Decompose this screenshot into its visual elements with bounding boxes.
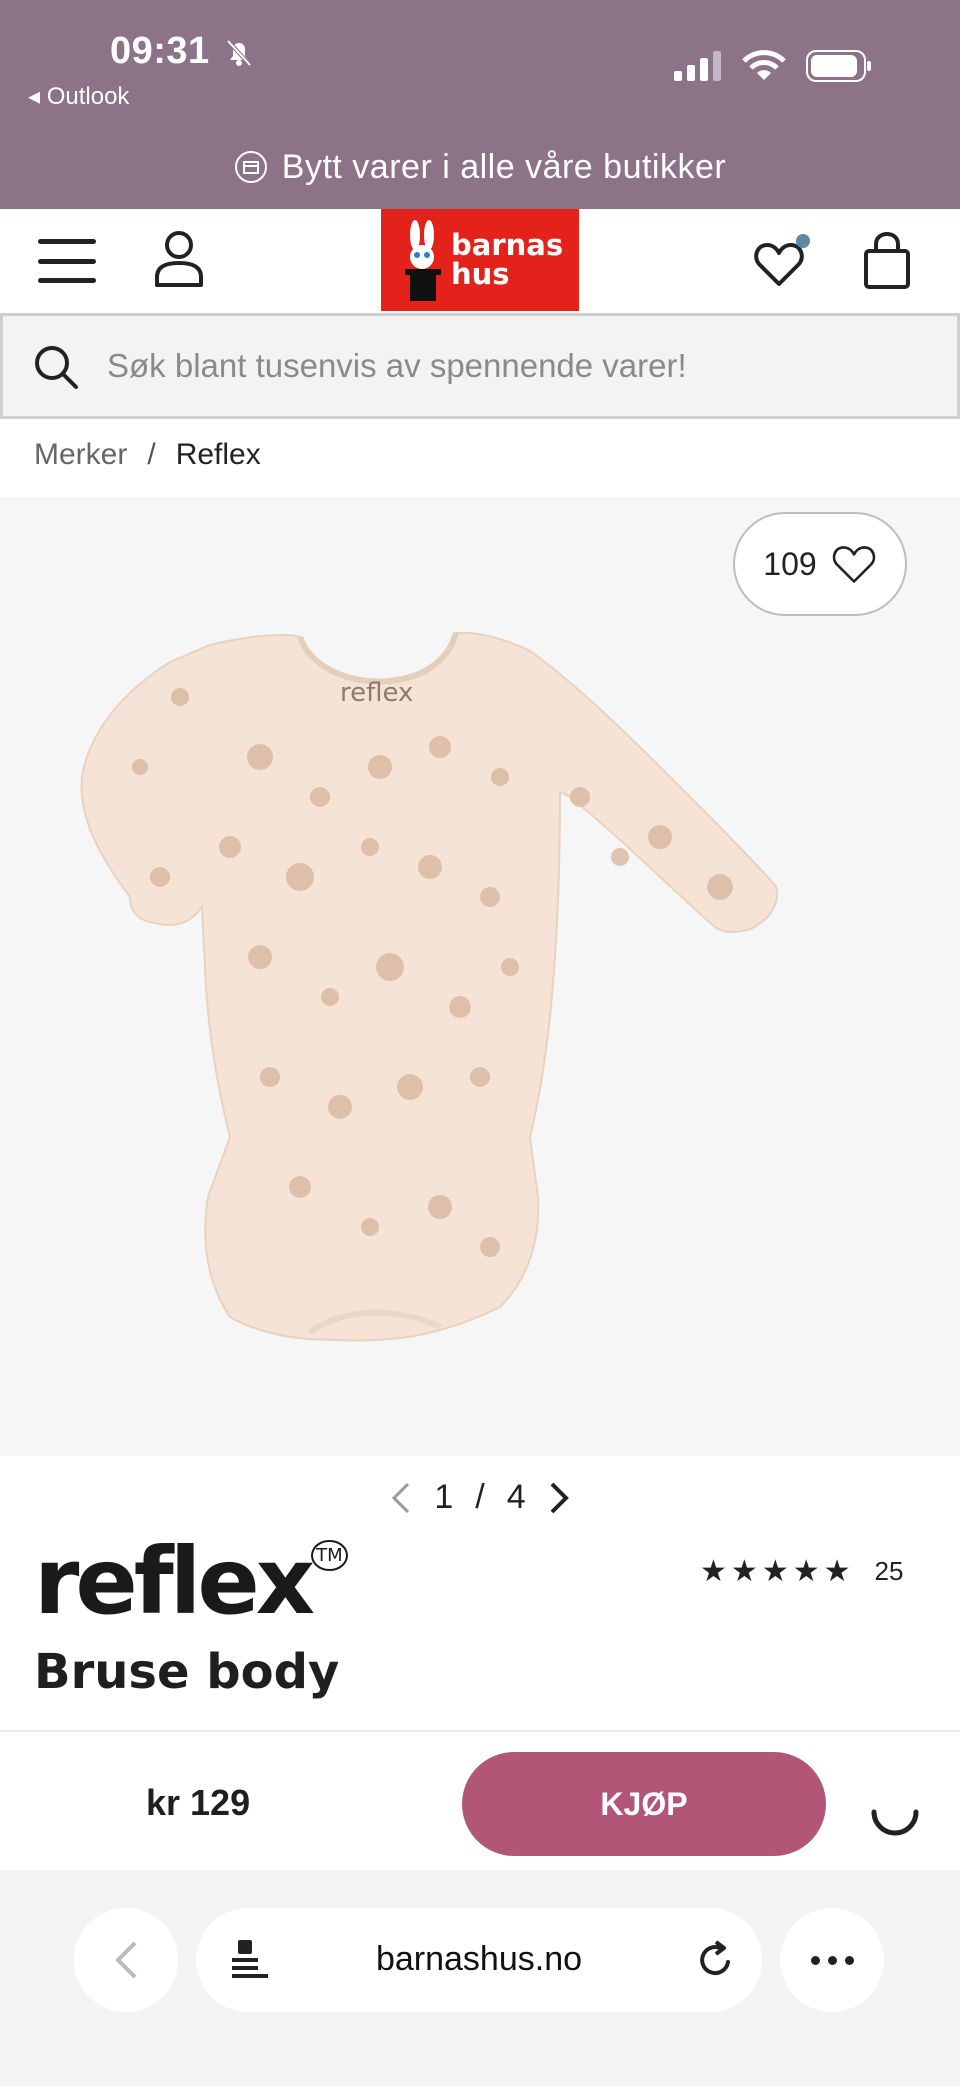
pager-current: 1 [434,1478,454,1516]
dot [810,1955,820,1965]
browser-back-button[interactable] [74,1908,178,2012]
heart-icon [832,546,875,583]
rabbit-in-hat-logo-icon [405,220,441,301]
rating-count: 25 [874,1556,904,1586]
status-icons [674,50,872,82]
star-icon: ★ [761,1553,789,1589]
menu-icon[interactable] [38,239,96,283]
exchange-box-icon [234,151,267,183]
trademark-mark: TM [311,1540,348,1571]
top-banner: 09:31 ◂ Outlook Bytt varer i alle våre b… [0,0,960,209]
browser-toolbar: barnashus.no [0,1870,960,2086]
promo-banner[interactable]: Bytt varer i alle våre butikker [0,148,960,187]
dot [844,1955,854,1965]
search-input[interactable] [107,334,927,398]
star-icon: ★ [730,1553,758,1589]
breadcrumb-current-reflex: Reflex [175,438,261,471]
user-account-icon[interactable] [152,229,206,289]
gallery-pager: 1 / 4 [0,1478,960,1517]
product-image-baby-bodysuit: reflex [80,631,779,1342]
star-icon: ★ [700,1553,727,1589]
bell-muted-icon [226,39,252,67]
address-bar[interactable]: barnashus.no [196,1908,762,2012]
status-time: 09:31 [110,30,210,72]
cellular-signal-icon [674,51,721,81]
favorites-button[interactable] [754,234,810,288]
wifi-icon [742,50,786,80]
search-icon[interactable] [33,344,79,390]
star-icon: ★ [823,1553,851,1589]
favorites-badge-dot [796,234,810,248]
search-bar [0,313,960,419]
brand-logo[interactable]: reflex TM [34,1528,348,1635]
chevron-left-icon[interactable] [390,1480,412,1516]
like-count: 109 [763,545,817,582]
pager-total: 4 [506,1478,526,1516]
shopping-bag-icon[interactable] [862,231,912,291]
logo-wordmark: barnas hus [451,228,564,291]
battery-icon [806,50,871,82]
product-rating[interactable]: ★ ★ ★ ★ ★ 25 [700,1556,903,1587]
star-icon: ★ [792,1553,820,1589]
heart-icon [754,243,804,286]
svg-text:reflex: reflex [340,678,413,708]
promo-text: Bytt varer i alle våre butikker [281,148,727,186]
product-gallery[interactable]: 109 reflex [0,497,960,1456]
buy-button[interactable]: KJØP [462,1752,826,1856]
sticky-buy-bar: kr 129 KJØP [0,1730,960,1870]
breadcrumb-link-merker[interactable]: Merker [34,438,127,472]
barnas-hus-logo[interactable]: barnas hus [381,209,579,311]
breadcrumb-separator: / [147,438,156,471]
reload-icon[interactable] [696,1940,736,1980]
url-text: barnashus.no [375,1940,583,1978]
product-title: Bruse body [34,1644,340,1700]
back-to-app-link[interactable]: ◂ Outlook [28,82,129,111]
chevron-left-icon [115,1941,137,1979]
breadcrumb: Merker / Reflex [34,438,261,472]
chevron-right-icon[interactable] [548,1480,570,1516]
pager-separator: / [475,1478,485,1516]
more-options-button[interactable] [780,1908,884,2012]
product-price: kr 129 [146,1782,251,1823]
like-counter-button[interactable]: 109 [733,512,907,616]
loading-spinner-icon [871,1809,919,1836]
dot [827,1955,837,1965]
